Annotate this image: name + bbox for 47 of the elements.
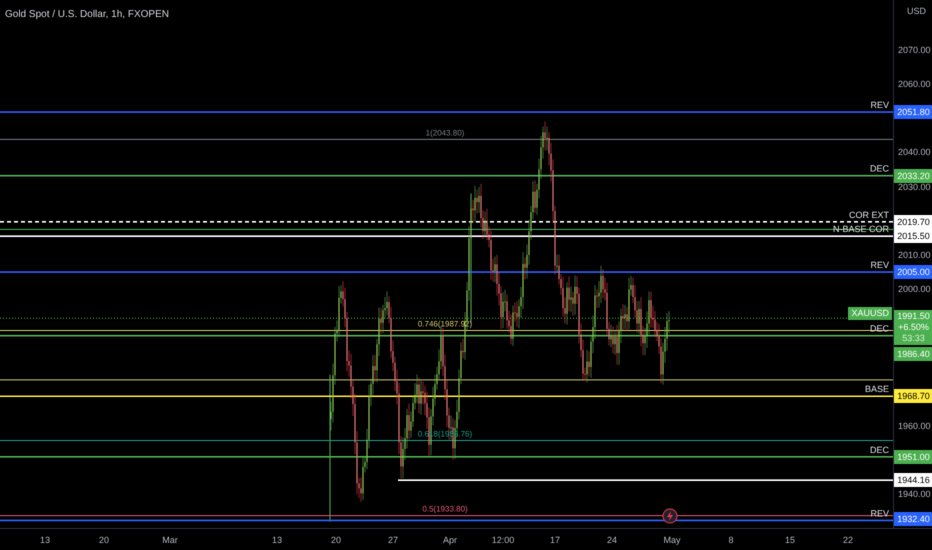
price-axis-label: 2040.00	[898, 146, 931, 158]
price-tag: 1944.16	[894, 473, 932, 488]
time-axis-label: 20	[99, 534, 109, 547]
chart-title: Gold Spot / U.S. Dollar, 1h, FXOPEN	[5, 8, 169, 22]
currency-label: USD	[906, 5, 926, 18]
time-axis-label: 12:00	[492, 534, 514, 547]
current-price: 1991.50	[897, 311, 930, 322]
price-tag: 1986.40	[894, 346, 932, 361]
time-axis-label: May	[664, 534, 680, 547]
price-axis-label: 2070.00	[898, 44, 931, 56]
time-axis-label: 13	[40, 534, 50, 547]
time-axis-label: 20	[331, 534, 341, 547]
price-axis-label: 1940.00	[898, 488, 931, 500]
level-label: REV	[870, 260, 889, 270]
time-axis-label: 27	[388, 534, 398, 547]
time-axis-label: 22	[843, 534, 853, 547]
price-tag: 1932.40	[894, 512, 932, 526]
level-label: COR EXT	[848, 210, 889, 220]
level-label: DEC	[870, 164, 889, 174]
price-change: +6.50%	[898, 322, 929, 334]
symbol-badge: XAUUSD	[848, 307, 892, 320]
time-axis-label: Apr	[443, 534, 457, 547]
price-axis-label: 2010.00	[898, 249, 931, 261]
price-tag: 2019.70	[894, 214, 932, 229]
time-axis-label: 13	[272, 534, 282, 547]
time-axis-label: Mar	[162, 534, 178, 547]
price-axis-label: 1960.00	[898, 420, 931, 432]
fib-level-label: 0.5(1933.80)	[422, 504, 468, 514]
time-axis-label: 17	[550, 534, 560, 547]
price-tag: 1951.00	[894, 450, 932, 464]
price-tag: 2033.20	[894, 168, 932, 183]
price-tag: 1968.70	[894, 389, 932, 404]
level-label: BASE	[864, 384, 889, 394]
price-tag: 2051.80	[894, 105, 932, 120]
level-label: DEC	[870, 444, 889, 455]
price-axis-label: 2000.00	[898, 283, 931, 296]
fib-level-label: 1(2043.80)	[426, 128, 464, 138]
price-tag: 2015.50	[894, 229, 932, 244]
price-axis-label: 2030.00	[898, 180, 931, 193]
lightning-icon[interactable]	[662, 508, 678, 524]
time-axis-label: 8	[728, 534, 734, 547]
level-label: REV	[870, 100, 889, 110]
price-axis-label: 2060.00	[898, 78, 931, 90]
time-axis-label: 15	[785, 534, 795, 547]
time-axis-label: 24	[607, 534, 617, 547]
price-tag: 2005.00	[894, 265, 932, 280]
bar-countdown: 53:33	[902, 333, 925, 344]
